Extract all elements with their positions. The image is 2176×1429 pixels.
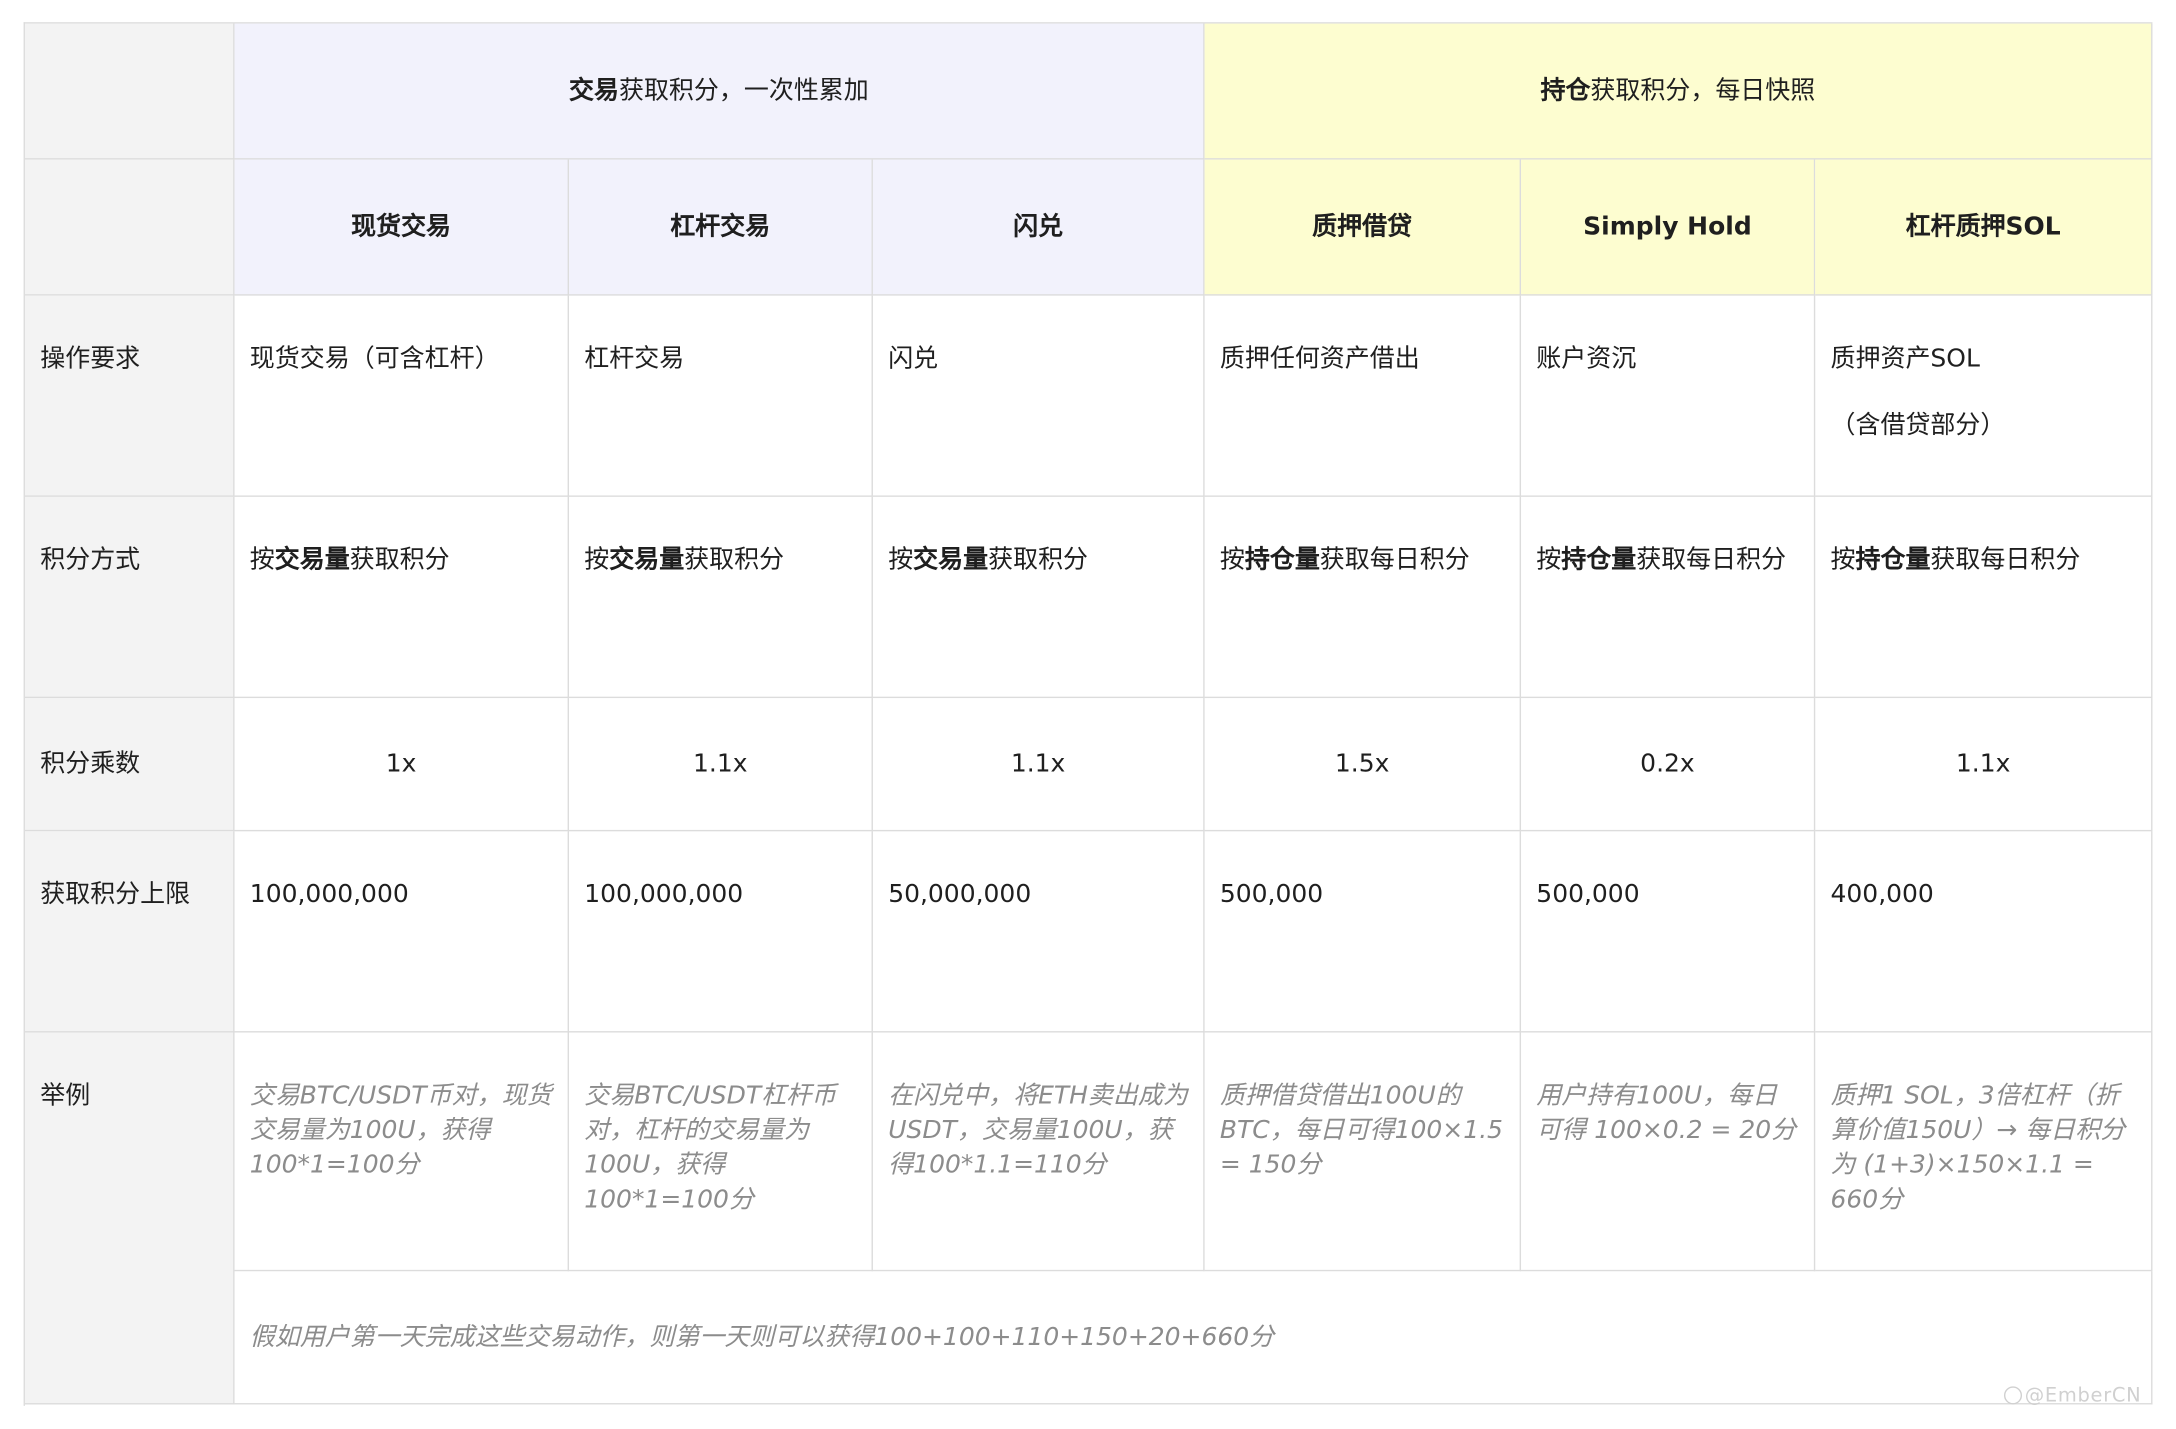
col-header-leveraged-sol: 杠杆质押SOL [1815,159,2153,296]
multiplier-cell: 1x [234,698,569,832]
watermark: @EmberCN [2003,1385,2142,1408]
example-cell: 质押1 SOL，3倍杠杆（折算价值150U）→ 每日积分为 (1+3)×150×… [1815,1032,2153,1272]
example-cell: 交易BTC/USDT币对，现货交易量为100U，获得100*1=100分 [234,1032,569,1272]
example-cell: 质押借贷借出100U的BTC，每日可得100×1.5 = 150分 [1204,1032,1522,1272]
example-cell: 在闪兑中，将ETH卖出成为USDT，交易量100U，获得100*1.1=110分 [872,1032,1205,1272]
method-cell: 按交易量获取积分 [234,496,569,699]
example-summary-note: 假如用户第一天完成这些交易动作，则第一天则可以获得100+100+110+150… [234,1271,2153,1405]
multiplier-cell: 1.1x [568,698,873,832]
requirement-cell: 账户资沉 [1521,295,1816,497]
requirement-cell-sol: 质押资产SOL （含借贷部分） [1815,295,2153,497]
method-cell: 按交易量获取积分 [872,496,1205,699]
requirement-text: 质押资产SOL [1830,344,1980,374]
weibo-icon [2003,1386,2023,1405]
requirement-cell: 质押任何资产借出 [1204,295,1522,497]
cap-cell: 500,000 [1521,831,1816,1033]
cap-cell: 400,000 [1815,831,2153,1033]
col-header-simply-hold: Simply Hold [1521,159,1816,296]
row-header-example: 举例 [24,1032,235,1405]
row-header-method: 积分方式 [24,496,235,699]
example-cell: 交易BTC/USDT杠杆币对，杠杆的交易量为100U，获得100*1=100分 [568,1032,873,1272]
group-header-hold-rest: 获取积分，每日快照 [1590,76,1816,106]
example-cell: 用户持有100U，每日可得 100×0.2 = 20分 [1521,1032,1816,1272]
cap-cell: 50,000,000 [872,831,1205,1033]
group-header-trade-emph: 交易 [568,76,619,106]
requirement-cell: 现货交易（可含杠杆） [234,295,569,497]
watermark-text: @EmberCN [2024,1385,2142,1408]
multiplier-cell: 1.1x [1815,698,2153,832]
col-header-lending: 质押借贷 [1204,159,1522,296]
multiplier-cell: 1.1x [872,698,1205,832]
col-header-swap: 闪兑 [872,159,1205,296]
corner-cell [24,23,235,160]
corner-cell-2 [24,159,235,296]
requirement-cell: 闪兑 [872,295,1205,497]
col-header-margin: 杠杆交易 [568,159,873,296]
col-header-spot: 现货交易 [234,159,569,296]
cap-cell: 100,000,000 [234,831,569,1033]
group-header-trade: 交易获取积分，一次性累加 [234,23,1205,160]
method-cell: 按持仓量获取每日积分 [1521,496,1816,699]
multiplier-cell: 1.5x [1204,698,1522,832]
method-cell: 按持仓量获取每日积分 [1204,496,1522,699]
group-header-trade-rest: 获取积分，一次性累加 [618,76,869,106]
multiplier-cell: 0.2x [1521,698,1816,832]
cap-cell: 100,000,000 [568,831,873,1033]
row-header-multiplier: 积分乘数 [24,698,235,832]
row-header-cap: 获取积分上限 [24,831,235,1033]
points-table-page: 交易获取积分，一次性累加 持仓获取积分，每日快照 现货交易 杠杆交易 闪兑 质押… [0,0,2176,1429]
method-cell: 按交易量获取积分 [568,496,873,699]
requirement-cell: 杠杆交易 [568,295,873,497]
group-header-hold-emph: 持仓 [1540,76,1591,106]
row-header-requirement: 操作要求 [24,295,235,497]
requirement-subtext: （含借贷部分） [1830,410,2006,440]
points-table: 交易获取积分，一次性累加 持仓获取积分，每日快照 现货交易 杠杆交易 闪兑 质押… [23,22,2153,1406]
method-cell: 按持仓量获取每日积分 [1815,496,2153,699]
cap-cell: 500,000 [1204,831,1522,1033]
group-header-hold: 持仓获取积分，每日快照 [1204,23,2153,160]
